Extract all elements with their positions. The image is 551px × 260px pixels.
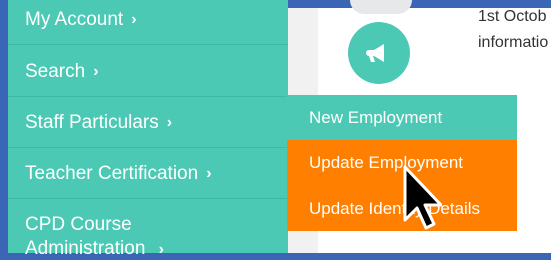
sidebar-item-search[interactable]: Search › [8,47,288,97]
announcement-icon-circle [348,22,410,84]
icon-circle-partial [350,0,412,14]
sidebar-item-my-account[interactable]: My Account › [8,0,288,45]
submenu-item-label: Update Identity Details [309,198,481,218]
sidebar-item-label: Teacher Certification [25,162,199,184]
announcement-text: 1st Octob informatio [478,4,548,56]
sidebar-item-teacher-certification[interactable]: Teacher Certification › [8,149,288,199]
chevron-right-icon: › [93,62,99,80]
sidebar-item-label: Search [25,60,86,82]
chevron-right-icon: › [206,164,212,182]
chevron-right-icon: › [158,241,164,258]
sidebar-item-label: CPD Course [25,214,132,235]
sidebar-nav: My Account › Search › Staff Particulars … [8,0,288,259]
mouse-pointer-icon [403,165,442,230]
megaphone-icon [366,44,384,62]
sidebar-item-label-line2: Administration [25,238,146,259]
chevron-right-icon: › [131,10,137,28]
announcement-line-1: 1st Octob [478,8,547,25]
sidebar-item-label: Staff Particulars [25,111,159,133]
sidebar-item-label: My Account [25,8,124,30]
chevron-right-icon: › [166,113,173,131]
submenu-item-new-employment[interactable]: New Employment [287,95,517,141]
sidebar-item-cpd-course-administration[interactable]: CPD Course Administration › [8,200,288,260]
sidebar-item-staff-particulars[interactable]: Staff Particulars › [8,98,288,148]
announcement-line-2: informatio [478,34,549,51]
submenu-item-label: New Employment [309,108,443,127]
